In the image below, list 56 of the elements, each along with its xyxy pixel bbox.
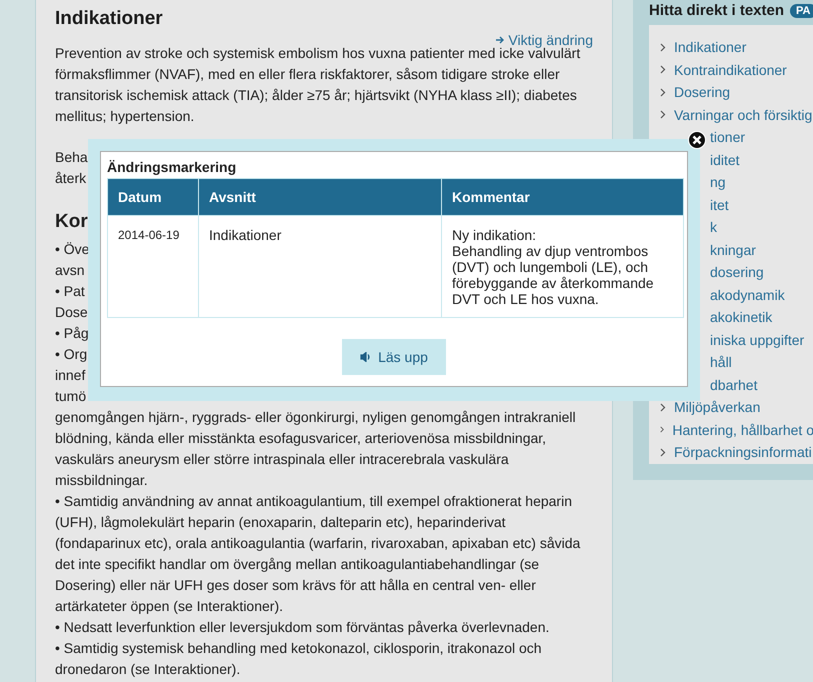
sidebar-link[interactable]: håll xyxy=(710,354,732,370)
body-text: tumö xyxy=(55,387,86,406)
dialog-title: Ändringsmarkering xyxy=(107,159,238,175)
sidebar-link[interactable]: akodynamik xyxy=(710,286,785,303)
arrow-icon xyxy=(496,36,506,44)
chevron-icon xyxy=(660,110,666,120)
read-aloud-button[interactable]: Läs upp xyxy=(342,339,446,375)
bullet-paragraph: • Nedsatt leverfunktion eller leversjukdom som förväntas påverka överlevnaden. xyxy=(55,618,550,637)
change-link[interactable]: Viktig ändring xyxy=(496,31,593,49)
sidebar-link[interactable]: dosering xyxy=(710,264,764,280)
sidebar-link[interactable]: iniska uppgifter xyxy=(710,332,804,348)
column-header: Datum xyxy=(108,178,198,216)
sidebar-link[interactable]: Kontraindikationer xyxy=(674,62,787,78)
column-header: Kommentar xyxy=(442,178,684,216)
chevron-icon xyxy=(660,88,666,97)
body-text: återk xyxy=(55,169,86,188)
sidebar-link[interactable]: Miljöpåverkan xyxy=(674,399,760,416)
sidebar-link[interactable]: kningar xyxy=(710,242,756,258)
sidebar-title: Hitta direkt i texten xyxy=(649,2,784,19)
body-text: Beha xyxy=(55,148,88,167)
body-text: • Org xyxy=(55,345,88,364)
body-text: avsn xyxy=(55,261,85,280)
badge: PA xyxy=(790,4,813,18)
section-heading: Indikationer xyxy=(55,7,164,31)
chevron-icon xyxy=(660,42,666,52)
sidebar-link[interactable]: k xyxy=(710,219,717,236)
bullet-paragraph: • Samtidig användning av annat antikoagulantium, till exempel ofraktionerat heparin (UFH), lågmolekulärt heparin (enoxaparin, dalteparin etc), heparinderivat (fondaparinux etc), orala antikoagulantia (warfarin, rivaroxaban, apixaban etc) såvida det inte specifikt handlar om övergång mellan antikoagulantiabehandlingar (se Dosering) eller när UFH ges doser som krävs för att hålla en central ven- eller artärkateter öppen (se Interaktioner). xyxy=(55,492,582,616)
body-paragraph: genomgången hjärn-, ryggrads- eller ögonkirurgi, nyligen genomgången intrakraniell blödning, kända eller misstänkta esofagusvaricer, arteriovenösa missbildningar, vaskulärs aneurysm eller större intraspinala eller intracerebrala vaskulära missbildningar. xyxy=(55,408,577,490)
sidebar-link[interactable]: Dosering xyxy=(674,84,730,100)
body-text: • Öve xyxy=(55,240,90,259)
sidebar-link[interactable]: Hantering, hållbarhet o xyxy=(672,422,813,438)
body-text: • Pat xyxy=(55,282,85,301)
chevron-icon xyxy=(660,425,664,434)
sidebar-link[interactable]: Varningar och försiktig xyxy=(674,106,812,123)
sidebar-link[interactable]: iditet xyxy=(710,152,740,168)
close-icon[interactable] xyxy=(688,131,706,149)
body-text: • Påg xyxy=(55,324,89,343)
body-text: innef xyxy=(55,366,86,385)
body-text: Dose xyxy=(55,303,88,322)
section-heading: Kor xyxy=(55,210,88,234)
sidebar-link[interactable]: dbarhet xyxy=(710,376,758,393)
table-cell: 2014-06-19 xyxy=(108,216,198,318)
sidebar-link[interactable]: Indikationer xyxy=(674,39,746,56)
chevron-icon xyxy=(660,402,666,412)
sidebar-link[interactable]: ng xyxy=(710,174,726,190)
sidebar-link[interactable]: tioner xyxy=(710,129,746,146)
column-header: Avsnitt xyxy=(198,178,442,216)
table-cell: Ny indikation: Behandling av djup ventrombos (DVT) och lungemboli (LE), och förebyggande av återkommande DVT och LE hos vuxna. xyxy=(442,216,684,318)
sidebar-link[interactable]: akokinetik xyxy=(710,309,772,326)
speaker-icon xyxy=(360,352,372,362)
bullet-paragraph: • Samtidig systemisk behandling med ketokonazol, ciklosporin, itrakonazol och dronedaron (se Interaktioner). xyxy=(55,639,543,679)
table-cell: Indikationer xyxy=(198,216,442,318)
chevron-icon xyxy=(660,65,666,74)
sidebar-link[interactable]: itet xyxy=(710,196,729,213)
chevron-icon xyxy=(660,448,666,457)
sidebar-link[interactable]: Förpackningsinformati xyxy=(674,444,812,460)
